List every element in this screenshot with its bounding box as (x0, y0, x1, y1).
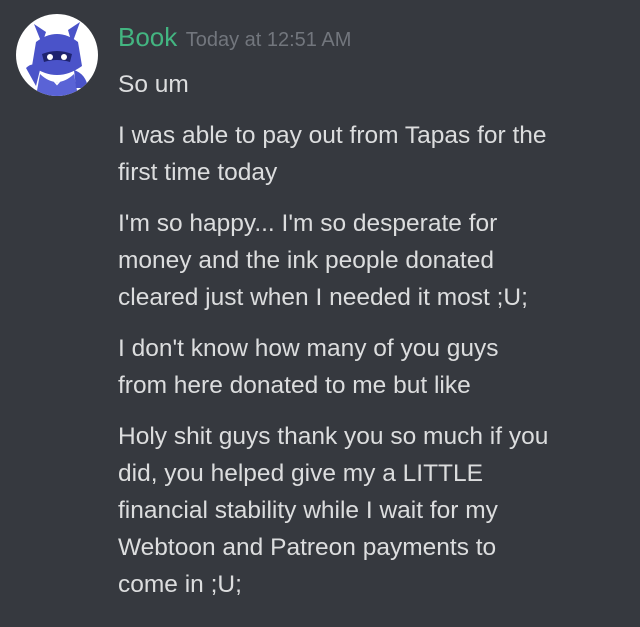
message-list: So um I was able to pay out from Tapas f… (118, 66, 628, 617)
message-header: Book Today at 12:51 AM (118, 22, 351, 53)
message-text: So um (118, 71, 189, 98)
message-text: I was able to pay out from Tapas for the… (118, 122, 547, 186)
username[interactable]: Book (118, 22, 177, 52)
message-text: I don't know how many of you guys from h… (118, 335, 499, 399)
message-text: I'm so happy... I'm so desperate for mon… (118, 210, 528, 311)
message-group: Book Today at 12:51 AM So um I was able … (0, 0, 640, 627)
message-text: Holy shit guys thank you so much if you … (118, 423, 549, 598)
avatar-image (16, 14, 98, 96)
user-avatar[interactable] (16, 14, 98, 96)
timestamp: Today at 12:51 AM (185, 29, 352, 51)
